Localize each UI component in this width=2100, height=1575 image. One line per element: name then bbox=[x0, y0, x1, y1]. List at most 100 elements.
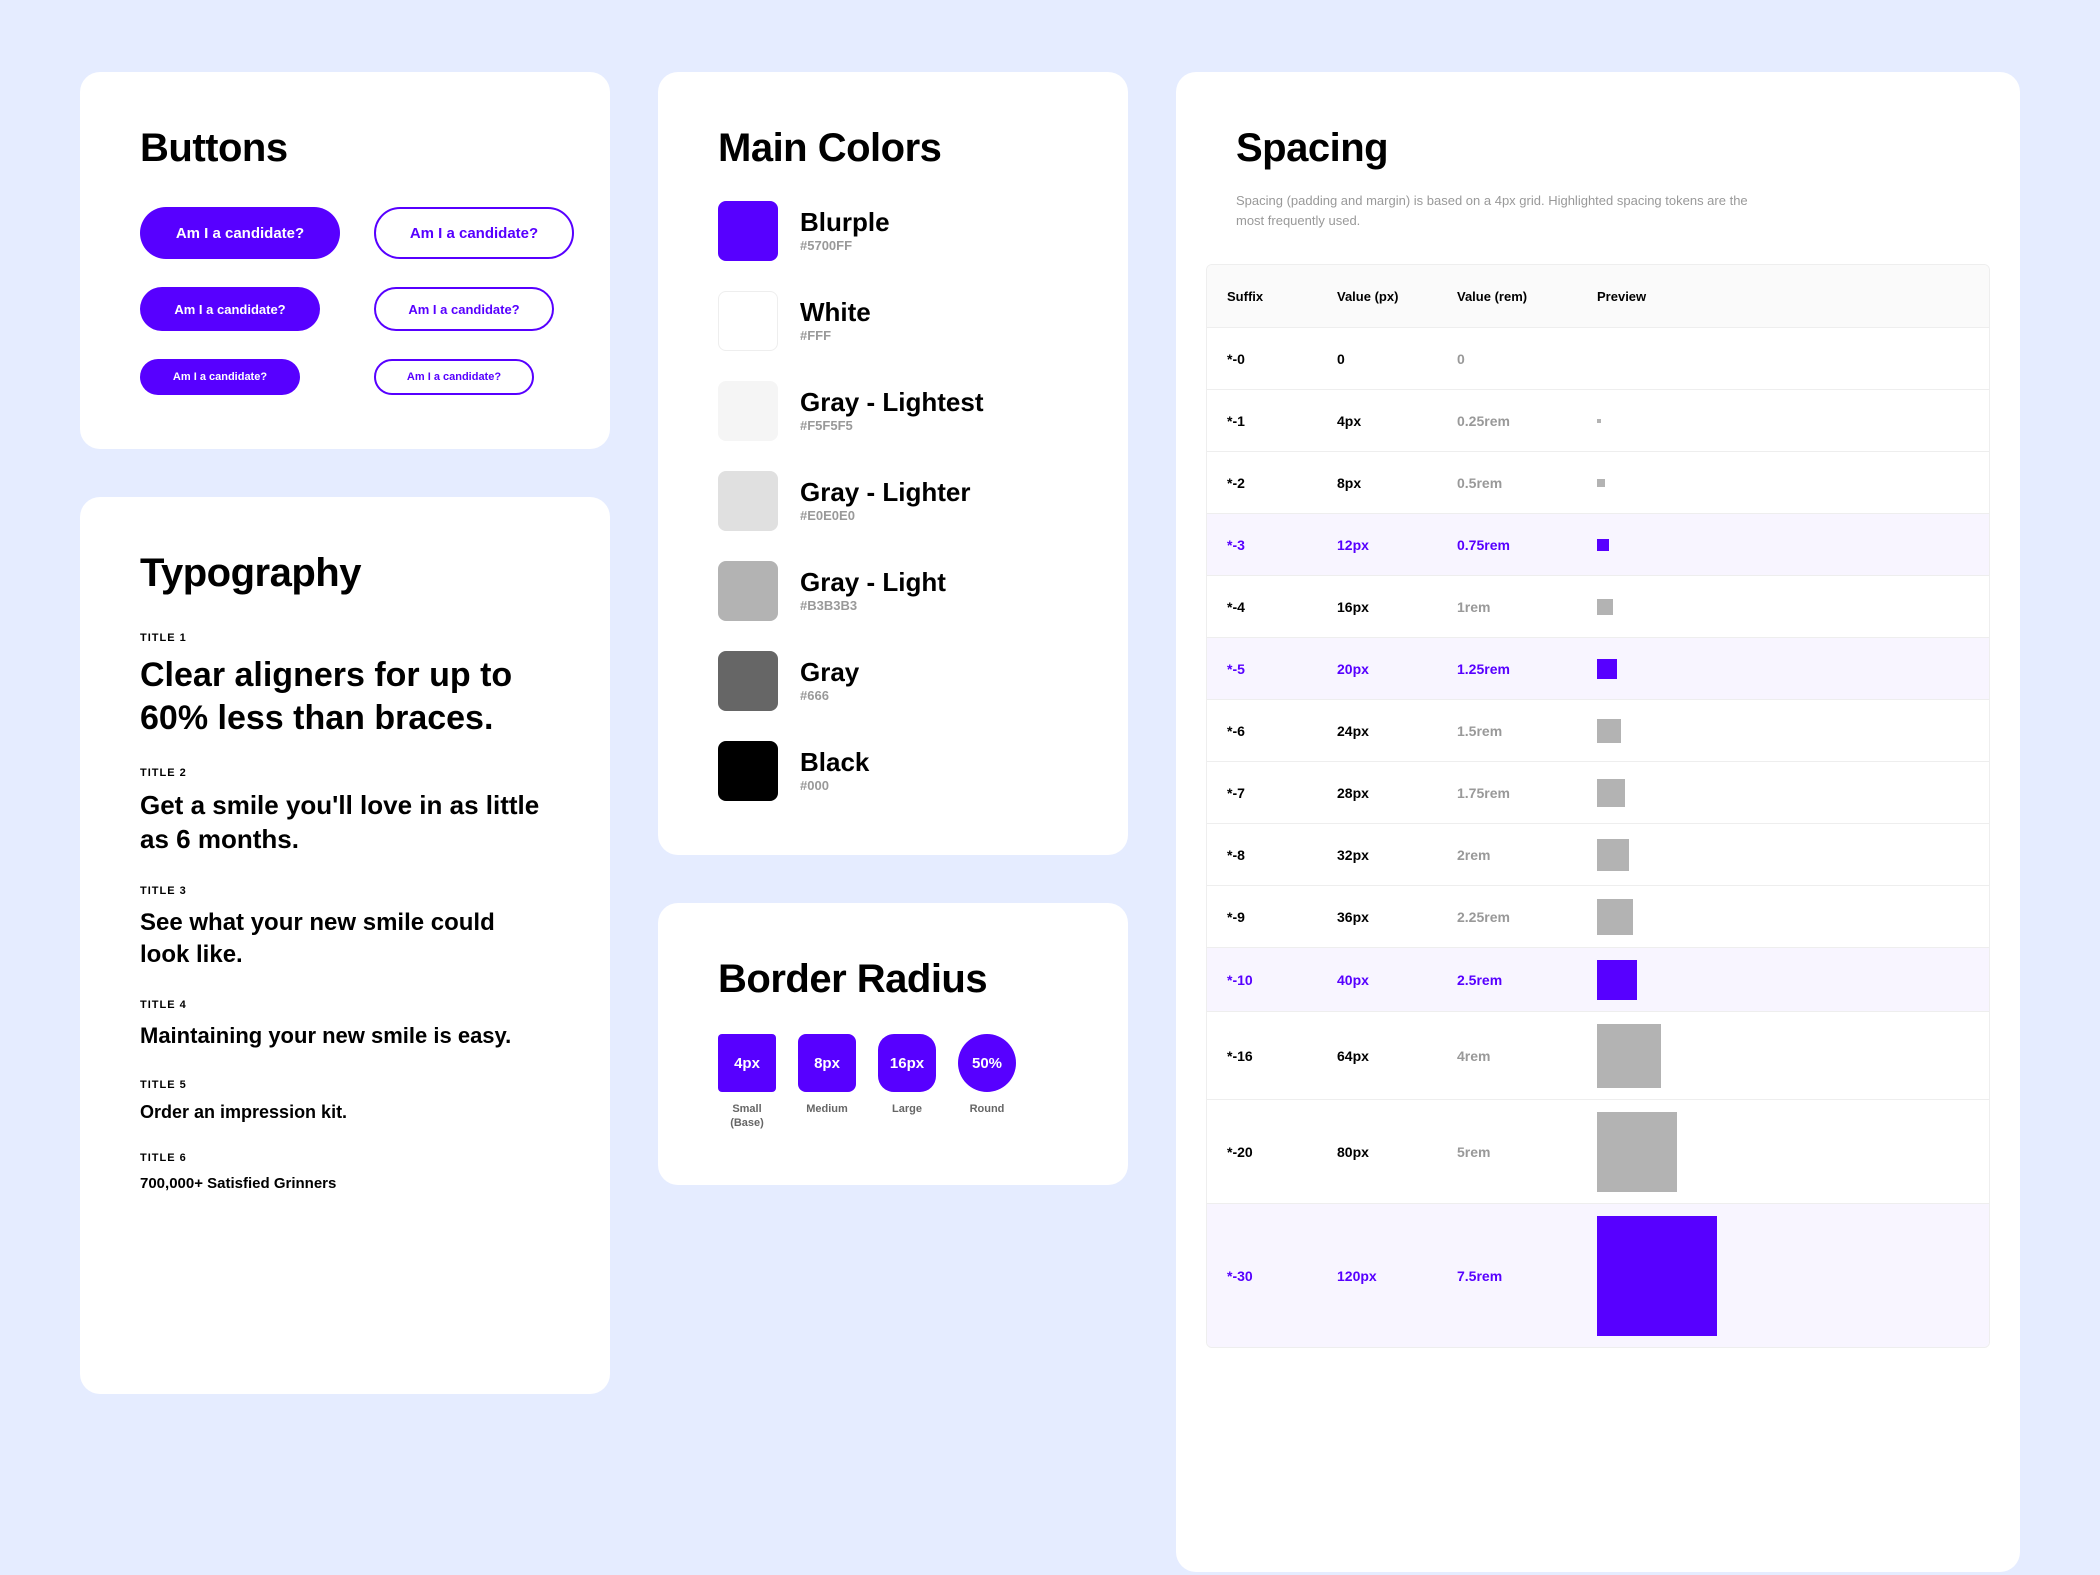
button-outline-small[interactable]: Am I a candidate? bbox=[374, 359, 534, 395]
typography-sample: Order an impression kit. bbox=[140, 1101, 550, 1124]
spacing-preview-box bbox=[1597, 899, 1633, 935]
color-row: Gray#666 bbox=[718, 651, 1068, 711]
color-row: Black#000 bbox=[718, 741, 1068, 801]
spacing-preview-box bbox=[1597, 599, 1613, 615]
button-solid-medium[interactable]: Am I a candidate? bbox=[140, 287, 320, 331]
spacing-suffix: *-16 bbox=[1227, 1048, 1337, 1064]
spacing-header-preview: Preview bbox=[1597, 289, 1969, 304]
typography-sample: See what your new smile could look like. bbox=[140, 907, 550, 972]
button-outline-large[interactable]: Am I a candidate? bbox=[374, 207, 574, 259]
spacing-preview bbox=[1597, 659, 1969, 679]
spacing-value-px: 24px bbox=[1337, 723, 1457, 739]
spacing-preview-box bbox=[1597, 960, 1637, 1000]
spacing-suffix: *-7 bbox=[1227, 785, 1337, 801]
spacing-value-rem: 0.5rem bbox=[1457, 475, 1597, 491]
spacing-preview-box bbox=[1597, 779, 1625, 807]
spacing-row: *-28px0.5rem bbox=[1207, 451, 1989, 513]
spacing-title: Spacing bbox=[1236, 126, 1960, 171]
spacing-value-rem: 1rem bbox=[1457, 599, 1597, 615]
spacing-value-px: 120px bbox=[1337, 1268, 1457, 1284]
radius-box: 4px bbox=[718, 1034, 776, 1092]
color-name: Gray - Light bbox=[800, 569, 946, 596]
spacing-table-header: Suffix Value (px) Value (rem) Preview bbox=[1207, 265, 1989, 327]
radius-item: 50% Round bbox=[958, 1034, 1016, 1131]
spacing-preview-box bbox=[1597, 1216, 1717, 1336]
spacing-header-rem: Value (rem) bbox=[1457, 289, 1597, 304]
spacing-value-rem: 2.25rem bbox=[1457, 909, 1597, 925]
spacing-preview-box bbox=[1597, 479, 1605, 487]
spacing-suffix: *-4 bbox=[1227, 599, 1337, 615]
radius-item: 16pxLarge bbox=[878, 1034, 936, 1131]
spacing-value-rem: 0 bbox=[1457, 351, 1597, 367]
color-row: Gray - Light #B3B3B3 bbox=[718, 561, 1068, 621]
spacing-preview-box bbox=[1597, 539, 1609, 551]
spacing-value-px: 12px bbox=[1337, 537, 1457, 553]
spacing-row: *-2080px5rem bbox=[1207, 1099, 1989, 1203]
color-row: Gray - Lightest #F5F5F5 bbox=[718, 381, 1068, 441]
spacing-suffix: *-2 bbox=[1227, 475, 1337, 491]
spacing-value-px: 32px bbox=[1337, 847, 1457, 863]
spacing-preview-box bbox=[1597, 1112, 1677, 1192]
spacing-preview bbox=[1597, 539, 1969, 551]
spacing-preview bbox=[1597, 419, 1969, 423]
spacing-preview bbox=[1597, 479, 1969, 487]
spacing-header-px: Value (px) bbox=[1337, 289, 1457, 304]
spacing-value-rem: 1.75rem bbox=[1457, 785, 1597, 801]
color-hex: #E0E0E0 bbox=[800, 508, 970, 523]
radius-label: Round bbox=[970, 1102, 1005, 1116]
spacing-preview-box bbox=[1597, 1024, 1661, 1088]
typography-sample: Maintaining your new smile is easy. bbox=[140, 1021, 550, 1051]
spacing-row: *-520px1.25rem bbox=[1207, 637, 1989, 699]
spacing-preview bbox=[1597, 839, 1969, 871]
radius-box: 50% bbox=[958, 1034, 1016, 1092]
spacing-preview bbox=[1597, 960, 1969, 1000]
button-solid-large[interactable]: Am I a candidate? bbox=[140, 207, 340, 259]
spacing-value-px: 64px bbox=[1337, 1048, 1457, 1064]
color-swatch bbox=[718, 651, 778, 711]
typography-label: TITLE 5 bbox=[140, 1079, 550, 1091]
typography-sample: Clear aligners for up to 60% less than b… bbox=[140, 654, 550, 739]
spacing-preview bbox=[1597, 599, 1969, 615]
spacing-value-rem: 0.75rem bbox=[1457, 537, 1597, 553]
color-row: White#FFF bbox=[718, 291, 1068, 351]
color-hex: #B3B3B3 bbox=[800, 598, 946, 613]
spacing-value-px: 80px bbox=[1337, 1144, 1457, 1160]
spacing-preview-box bbox=[1597, 659, 1617, 679]
spacing-suffix: *-5 bbox=[1227, 661, 1337, 677]
spacing-value-px: 36px bbox=[1337, 909, 1457, 925]
spacing-preview bbox=[1597, 1216, 1969, 1336]
color-hex: #FFF bbox=[800, 328, 871, 343]
spacing-row: *-936px2.25rem bbox=[1207, 885, 1989, 947]
spacing-value-px: 20px bbox=[1337, 661, 1457, 677]
spacing-row: *-14px0.25rem bbox=[1207, 389, 1989, 451]
button-solid-small[interactable]: Am I a candidate? bbox=[140, 359, 300, 395]
spacing-description: Spacing (padding and margin) is based on… bbox=[1236, 191, 1756, 230]
color-hex: #F5F5F5 bbox=[800, 418, 983, 433]
spacing-value-px: 16px bbox=[1337, 599, 1457, 615]
color-swatch bbox=[718, 201, 778, 261]
spacing-value-rem: 4rem bbox=[1457, 1048, 1597, 1064]
spacing-suffix: *-0 bbox=[1227, 351, 1337, 367]
spacing-row: *-1664px4rem bbox=[1207, 1011, 1989, 1099]
spacing-suffix: *-10 bbox=[1227, 972, 1337, 988]
spacing-value-px: 4px bbox=[1337, 413, 1457, 429]
color-swatch bbox=[718, 291, 778, 351]
spacing-table: Suffix Value (px) Value (rem) Preview *-… bbox=[1206, 264, 1990, 1348]
typography-title: Typography bbox=[140, 551, 550, 596]
spacing-suffix: *-9 bbox=[1227, 909, 1337, 925]
radius-item: 4pxSmall(Base) bbox=[718, 1034, 776, 1131]
spacing-preview bbox=[1597, 899, 1969, 935]
spacing-suffix: *-3 bbox=[1227, 537, 1337, 553]
spacing-preview bbox=[1597, 719, 1969, 743]
button-outline-medium[interactable]: Am I a candidate? bbox=[374, 287, 554, 331]
spacing-row: *-30120px7.5rem bbox=[1207, 1203, 1989, 1347]
color-name: Gray - Lightest bbox=[800, 389, 983, 416]
spacing-suffix: *-8 bbox=[1227, 847, 1337, 863]
spacing-row: *-312px0.75rem bbox=[1207, 513, 1989, 575]
spacing-row: *-1040px2.5rem bbox=[1207, 947, 1989, 1011]
spacing-value-px: 0 bbox=[1337, 351, 1457, 367]
spacing-row: *-832px2rem bbox=[1207, 823, 1989, 885]
spacing-preview bbox=[1597, 1112, 1969, 1192]
color-row: Blurple#5700FF bbox=[718, 201, 1068, 261]
spacing-header-suffix: Suffix bbox=[1227, 289, 1337, 304]
